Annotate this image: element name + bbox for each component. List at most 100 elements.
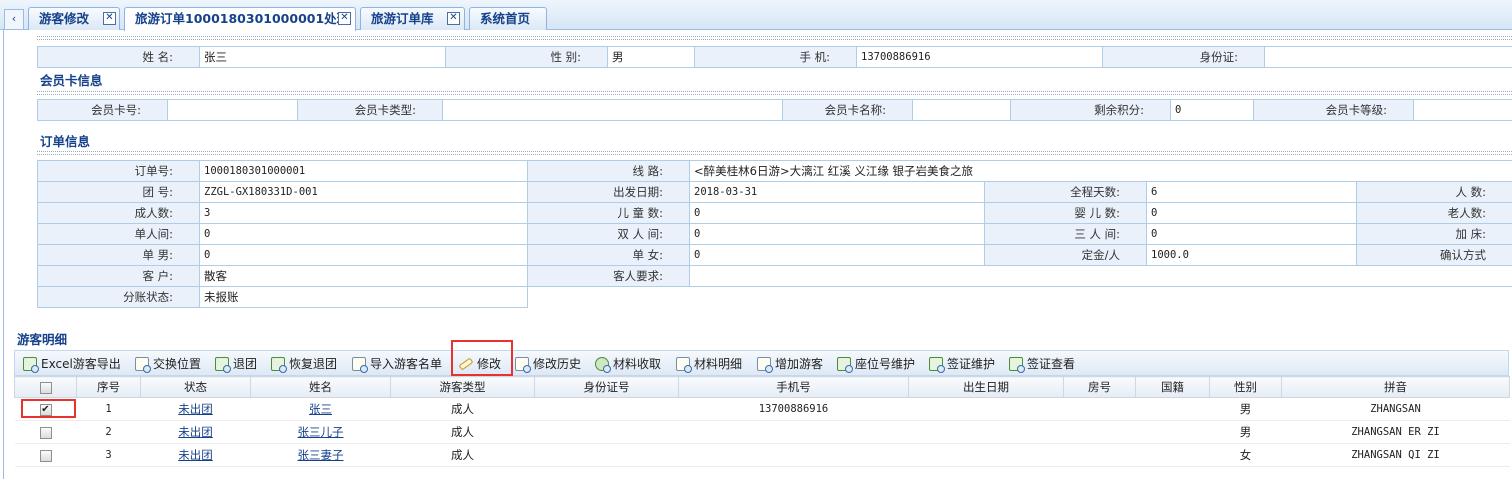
divider bbox=[37, 151, 1512, 155]
single-room-value: 0 bbox=[199, 223, 528, 245]
button-label: 材料明细 bbox=[694, 357, 743, 371]
member-card-title: 会员卡信息 bbox=[40, 73, 103, 88]
tourist-toolbar: Excel游客导出 交换位置 退团 恢复退团 导入游客名单 修改 修改历史 材料… bbox=[14, 350, 1509, 376]
id-card-label: 身份证: bbox=[1102, 46, 1265, 68]
status-link[interactable]: 未出团 bbox=[178, 425, 213, 439]
room-cell bbox=[1063, 443, 1136, 467]
pinyin-cell: ZHANGSAN bbox=[1281, 397, 1510, 421]
column-header[interactable]: 身份证号 bbox=[534, 376, 679, 398]
tourist-name-link[interactable]: 张三 bbox=[309, 402, 332, 416]
points-label: 剩余积分: bbox=[1010, 99, 1171, 121]
close-icon[interactable]: ✕ bbox=[338, 12, 351, 25]
depart-date-value: 2018-03-31 bbox=[689, 181, 985, 203]
close-icon[interactable]: ✕ bbox=[447, 12, 460, 25]
visa-view-button[interactable]: 签证查看 bbox=[1009, 355, 1075, 373]
visa-maintain-button[interactable]: 签证维护 bbox=[929, 355, 995, 373]
grid-header-row: 序号 状态 姓名 游客类型 身份证号 手机号 出生日期 房号 国籍 性别 拼音 bbox=[14, 376, 1510, 398]
gender-cell: 男 bbox=[1209, 420, 1282, 444]
phone-value: 13700886916 bbox=[856, 46, 1103, 68]
extra-bed-label: 加 床: bbox=[1356, 223, 1512, 245]
request-value bbox=[689, 265, 1512, 287]
column-header[interactable]: 状态 bbox=[140, 376, 251, 398]
route-label: 线 路: bbox=[527, 160, 690, 182]
excel-export-button[interactable]: Excel游客导出 bbox=[23, 355, 121, 373]
triple-room-value: 0 bbox=[1146, 223, 1357, 245]
request-label: 客人要求: bbox=[527, 265, 690, 287]
column-header[interactable]: 国籍 bbox=[1135, 376, 1210, 398]
add-tourist-button[interactable]: 增加游客 bbox=[757, 355, 823, 373]
excel-export-icon bbox=[23, 357, 39, 373]
restore-group-button[interactable]: 恢复退团 bbox=[271, 355, 337, 373]
tourist-name-link[interactable]: 张三妻子 bbox=[298, 448, 344, 462]
column-header[interactable]: 性别 bbox=[1209, 376, 1282, 398]
column-header[interactable]: 游客类型 bbox=[390, 376, 535, 398]
birth-cell bbox=[908, 443, 1064, 467]
empty-cell bbox=[528, 287, 1512, 308]
card-name-label: 会员卡名称: bbox=[782, 99, 913, 121]
gear-icon bbox=[595, 357, 611, 373]
seat-number-button[interactable]: 座位号维护 bbox=[837, 355, 915, 373]
confirm-method-label: 确认方式 bbox=[1356, 244, 1512, 266]
split-status-value: 未报账 bbox=[199, 286, 528, 308]
detail-icon bbox=[676, 357, 692, 373]
select-all-header[interactable] bbox=[14, 376, 77, 398]
button-label: 导入游客名单 bbox=[370, 357, 443, 371]
double-room-label: 双 人 间: bbox=[527, 223, 690, 245]
status-cell: 未出团 bbox=[140, 420, 251, 444]
single-male-label: 单 男: bbox=[37, 244, 200, 266]
days-value: 6 bbox=[1146, 181, 1357, 203]
history-icon bbox=[515, 357, 531, 373]
column-header[interactable]: 手机号 bbox=[678, 376, 909, 398]
column-header[interactable]: 房号 bbox=[1063, 376, 1136, 398]
client-label: 客 户: bbox=[37, 265, 200, 287]
row-select-cell[interactable] bbox=[14, 420, 77, 444]
status-link[interactable]: 未出团 bbox=[178, 402, 213, 416]
phone-label: 手 机: bbox=[694, 46, 857, 68]
status-link[interactable]: 未出团 bbox=[178, 448, 213, 462]
gender-cell: 男 bbox=[1209, 397, 1282, 421]
material-detail-button[interactable]: 材料明细 bbox=[676, 355, 742, 373]
column-header[interactable]: 拼音 bbox=[1281, 376, 1510, 398]
row-checkbox[interactable] bbox=[39, 449, 52, 462]
infant-value: 0 bbox=[1146, 202, 1357, 224]
table-row[interactable]: 3 未出团 张三妻子 成人 女 ZHANGSAN QI ZI bbox=[14, 443, 1510, 467]
tab-home[interactable]: 系统首页 bbox=[469, 7, 547, 30]
material-collect-button[interactable]: 材料收取 bbox=[595, 355, 661, 373]
tab-label: 旅游订单库 bbox=[371, 11, 434, 26]
import-tourists-button[interactable]: 导入游客名单 bbox=[352, 355, 442, 373]
type-cell: 成人 bbox=[390, 443, 535, 467]
column-header[interactable]: 出生日期 bbox=[908, 376, 1064, 398]
quit-group-button[interactable]: 退团 bbox=[215, 355, 257, 373]
button-label: 恢复退团 bbox=[289, 357, 338, 371]
seat-icon bbox=[837, 357, 853, 373]
single-male-value: 0 bbox=[199, 244, 528, 266]
name-cell: 张三妻子 bbox=[250, 443, 391, 467]
table-row[interactable]: ✔ 1 未出团 张三 成人 13700886916 男 ZHANGSAN bbox=[14, 397, 1510, 421]
select-all-checkbox[interactable] bbox=[39, 381, 52, 394]
edit-history-button[interactable]: 修改历史 bbox=[515, 355, 581, 373]
card-level-label: 会员卡等级: bbox=[1253, 99, 1414, 121]
visa-icon bbox=[929, 357, 945, 373]
type-cell: 成人 bbox=[390, 397, 535, 421]
row-select-cell[interactable] bbox=[14, 443, 77, 467]
tab-label: 系统首页 bbox=[480, 11, 531, 26]
tab-bar: ‹ 游客修改 ✕ 旅游订单1000180301000001处理 ✕ 旅游订单库 … bbox=[0, 0, 1512, 31]
tab-scroll-left-icon[interactable]: ‹ bbox=[4, 9, 24, 29]
column-header[interactable]: 序号 bbox=[76, 376, 141, 398]
divider bbox=[37, 36, 1512, 40]
tab-order-process[interactable]: 旅游订单1000180301000001处理 ✕ bbox=[124, 7, 356, 31]
column-header[interactable]: 姓名 bbox=[250, 376, 391, 398]
tab-order-library[interactable]: 旅游订单库 ✕ bbox=[360, 7, 465, 30]
tab-tourist-edit[interactable]: 游客修改 ✕ bbox=[28, 7, 120, 30]
button-label: 材料收取 bbox=[613, 357, 662, 371]
child-value: 0 bbox=[689, 202, 985, 224]
close-icon[interactable]: ✕ bbox=[103, 12, 116, 25]
swap-position-button[interactable]: 交换位置 bbox=[135, 355, 201, 373]
nation-cell bbox=[1135, 397, 1210, 421]
table-row[interactable]: 2 未出团 张三儿子 成人 男 ZHANGSAN ER ZI bbox=[14, 420, 1510, 444]
card-level-value bbox=[1413, 99, 1512, 121]
divider bbox=[37, 91, 1512, 95]
tourist-detail-title: 游客明细 bbox=[17, 332, 68, 347]
tourist-name-link[interactable]: 张三儿子 bbox=[298, 425, 344, 439]
row-checkbox[interactable] bbox=[39, 426, 52, 439]
